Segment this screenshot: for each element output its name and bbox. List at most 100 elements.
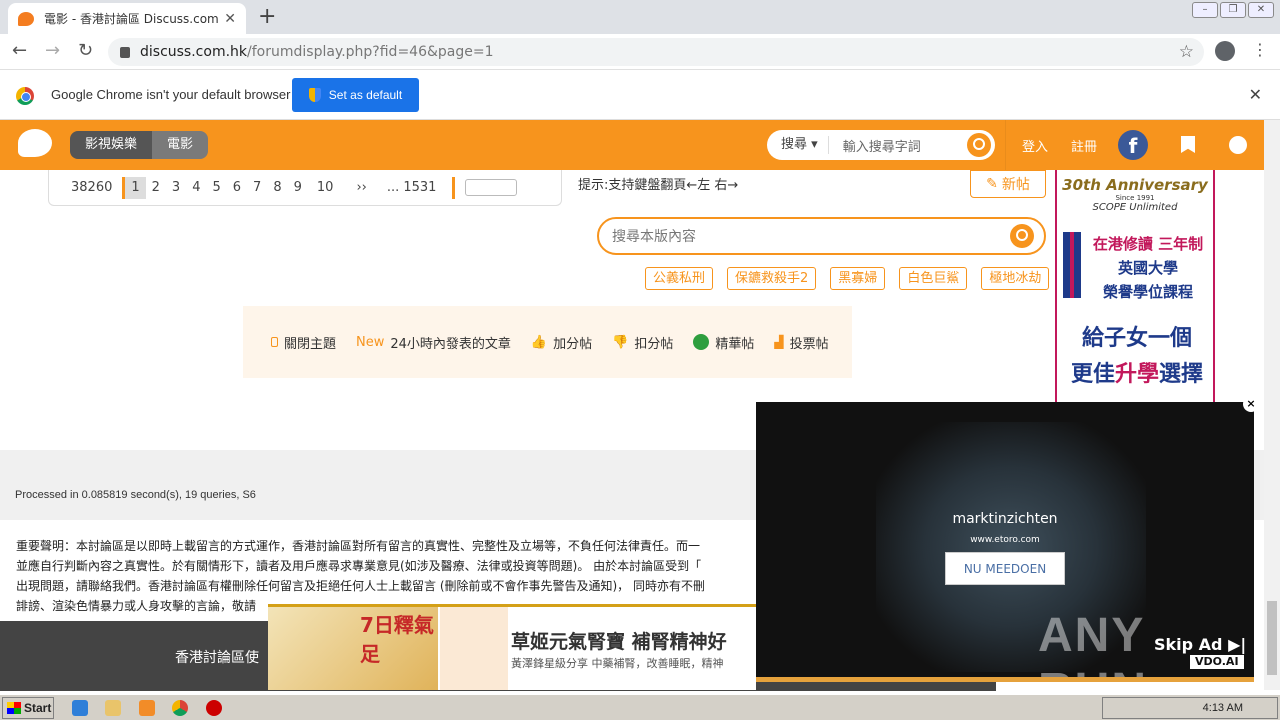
page-link[interactable]: 9 (288, 177, 308, 199)
chrome-taskbar-icon[interactable] (172, 700, 188, 716)
legend-plus: 👍 加分帖 (530, 334, 593, 352)
url-host: discuss.com.hk (140, 44, 248, 60)
clock: 4:13 AM (1202, 702, 1243, 714)
disclaimer-line: 並應自行判斷內容之真實性。於有關情形下，讀者及用戶應尋求專業意見(如涉及醫療、法… (16, 559, 702, 573)
windows-logo-icon (7, 702, 21, 714)
set-as-default-button[interactable]: Set as default (292, 78, 419, 112)
page-link[interactable]: 4 (186, 177, 206, 199)
legend-digest: 精華帖 (693, 333, 754, 352)
reload-icon[interactable]: ↻ (78, 40, 93, 61)
new-tab-icon[interactable]: + (258, 4, 276, 29)
history-clock-icon[interactable] (1229, 136, 1247, 154)
chrome-logo-icon (16, 87, 34, 105)
video-ad[interactable]: marktinzichten www.etoro.com NU MEEDOEN … (756, 402, 1254, 717)
close-window-icon[interactable]: ✕ (1248, 2, 1274, 18)
forward-icon[interactable]: → (45, 40, 60, 61)
tag-link[interactable]: 公義私刑 (645, 267, 714, 290)
uk-flag-icon (1063, 232, 1081, 298)
search-type-select[interactable]: 搜尋 ▾ (767, 136, 829, 154)
search-icon[interactable] (967, 133, 991, 157)
pencil-icon: ✎ (986, 176, 998, 192)
start-button[interactable]: Start (2, 697, 54, 719)
video-ad-site: www.etoro.com (970, 535, 1040, 545)
video-progress-bar (756, 677, 1254, 682)
chrome-menu-icon[interactable]: ⋮ (1252, 40, 1268, 59)
page-link[interactable]: 5 (206, 177, 226, 199)
discuss-favicon-icon (18, 11, 34, 26)
next-page-link[interactable]: ›› (342, 177, 380, 199)
breadcrumb-entertainment[interactable]: 影視娛樂 (70, 131, 153, 159)
bottom-banner-ad[interactable]: 7日釋氣足 草姬元氣腎寶 補腎精神好 黃澤鋒星級分享 中藥補腎，改善睡眠，精神 (268, 604, 756, 690)
video-ad-cta-button[interactable]: NU MEEDOEN (945, 552, 1065, 585)
processed-info: Processed in 0.085819 second(s), 19 quer… (15, 489, 256, 501)
new-post-label: 新帖 (1001, 177, 1030, 193)
ad-line: 給子女一個 (1081, 326, 1192, 351)
page-scrollbar[interactable] (1264, 120, 1280, 690)
tab-title: 電影 - 香港討論區 Discuss.com.hk - (44, 12, 219, 26)
lock-icon (120, 46, 130, 58)
page-jump-input[interactable] (465, 179, 518, 196)
restore-icon[interactable]: ❐ (1220, 2, 1246, 18)
address-bar[interactable]: discuss.com.hk /forumdisplay.php?fid=46&… (108, 38, 1204, 66)
header-search: 搜尋 ▾ 輸入搜尋字詞 (767, 130, 995, 160)
tag-link[interactable]: 保鑣救殺手2 (727, 267, 817, 290)
tag-link[interactable]: 極地冰劫 (981, 267, 1050, 290)
page-link[interactable]: 3 (166, 177, 186, 199)
shield-icon (308, 88, 321, 102)
legend-poll: ▟ 投票帖 (774, 335, 829, 352)
breadcrumb-movies[interactable]: 電影 (152, 131, 209, 159)
page-link-current[interactable]: 1 (125, 176, 146, 199)
url-path: /forumdisplay.php?fid=46&page=1 (247, 44, 494, 60)
close-infobar-icon[interactable]: ✕ (1249, 85, 1262, 104)
ad-image-product (440, 607, 508, 690)
back-icon[interactable]: ← (12, 40, 27, 61)
ad-line: 在港修讀 三年制 (1092, 235, 1204, 253)
new-post-button[interactable]: ✎ 新帖 (970, 170, 1046, 198)
close-video-icon[interactable]: × (1243, 396, 1259, 412)
header-search-input[interactable]: 輸入搜尋字詞 (829, 136, 967, 155)
header-divider (1005, 120, 1006, 170)
bookmark-star-icon[interactable]: ☆ (1179, 42, 1194, 62)
legend-closed: 關閉主題 (271, 333, 336, 352)
page-link[interactable]: 10 (308, 177, 343, 199)
tag-link[interactable]: 黑寡婦 (830, 267, 886, 290)
login-link[interactable]: 登入 (1022, 136, 1048, 155)
ie-icon[interactable] (72, 700, 88, 716)
minimize-icon[interactable]: – (1192, 2, 1218, 18)
disclaimer-line: 重要聲明：本討論區是以即時上載留言的方式運作，香港討論區對所有留言的真實性、完整… (16, 539, 701, 553)
security-app-icon[interactable] (206, 700, 222, 716)
page-link[interactable]: 8 (267, 177, 287, 199)
register-link[interactable]: 註冊 (1071, 136, 1097, 155)
last-page-link[interactable]: ... 1531 (381, 177, 443, 199)
disclaimer-line: 出現問題，請聯絡我們。香港討論區有權刪除任何留言及拒絕任何人士上載留言 (刪除前… (16, 579, 705, 593)
system-tray: 4:13 AM (1102, 697, 1278, 719)
media-player-icon[interactable] (139, 700, 155, 716)
forum-search-input[interactable]: 搜尋本版內容 (612, 226, 696, 246)
site-logo-icon[interactable] (18, 129, 52, 157)
bookmark-icon[interactable] (1181, 136, 1195, 153)
browser-toolbar: ← → ↻ discuss.com.hk /forumdisplay.php?f… (0, 34, 1280, 70)
page-link[interactable]: 7 (247, 177, 267, 199)
legend-new: New 24小時內發表的文章 (356, 334, 511, 352)
close-tab-icon[interactable]: ✕ (224, 11, 236, 27)
page-link[interactable]: 2 (146, 177, 166, 199)
footer-text: 香港討論區使 (175, 650, 259, 666)
browser-tab[interactable]: 電影 - 香港討論區 Discuss.com.hk - ✕ (8, 3, 246, 34)
facebook-icon[interactable]: f (1118, 130, 1148, 160)
forum-search[interactable]: 搜尋本版內容 (597, 217, 1046, 255)
account-icon[interactable] (1215, 41, 1235, 61)
new-badge: New (356, 334, 385, 350)
ad-line: 英國大學 (1117, 259, 1178, 277)
windows-taskbar: Start 4:13 AM (0, 694, 1280, 720)
forum-search-icon[interactable] (1010, 224, 1034, 248)
tag-link[interactable]: 白色巨鯊 (899, 267, 968, 290)
page-link[interactable]: 6 (227, 177, 247, 199)
tab-strip: 電影 - 香港討論區 Discuss.com.hk - ✕ + – ❐ ✕ (0, 0, 1280, 34)
skip-ad-button[interactable]: Skip Ad ▶| (1154, 635, 1246, 654)
scrollbar-thumb[interactable] (1267, 601, 1277, 675)
video-ad-title: marktinzichten (952, 511, 1058, 527)
side-advertisement[interactable]: 30th Anniversary Since 1991 SCOPE Unlimi… (1055, 170, 1215, 402)
folder-icon[interactable] (105, 700, 121, 716)
thumbs-up-icon: 👍 (530, 334, 548, 350)
window-controls: – ❐ ✕ (1192, 2, 1274, 18)
